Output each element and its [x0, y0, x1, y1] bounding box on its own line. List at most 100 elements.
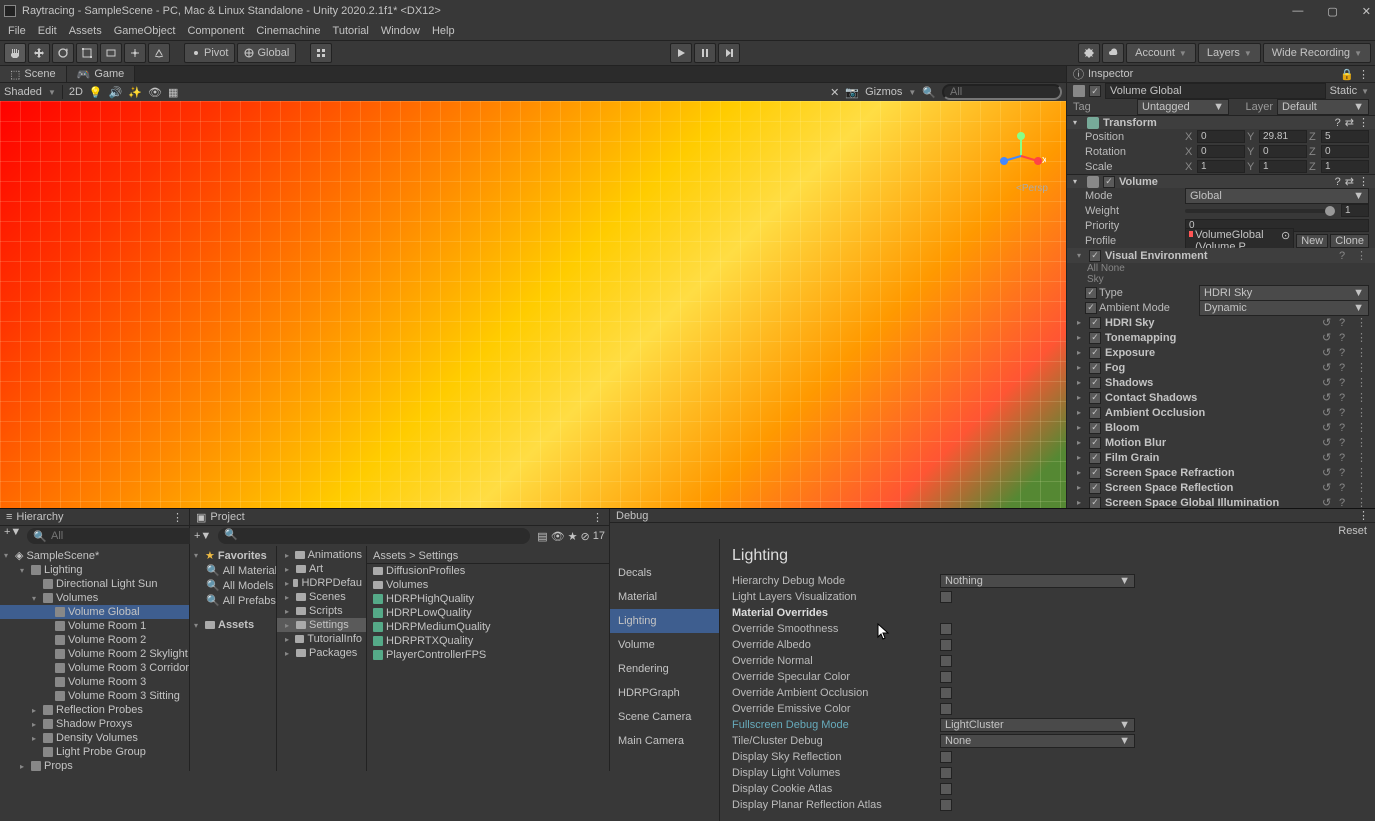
rotate-tool[interactable]	[52, 43, 74, 63]
close-button[interactable]: ✕	[1362, 5, 1371, 18]
menu-gameobject[interactable]: GameObject	[114, 25, 176, 37]
hierarchy-item[interactable]: Volume Room 3 Corridor	[0, 661, 189, 675]
project-folder[interactable]: ▸HDRPDefau	[277, 576, 366, 590]
debug-checkbox[interactable]	[940, 687, 952, 699]
debug-checkbox[interactable]	[940, 783, 952, 795]
project-folder[interactable]: ▸Scenes	[277, 590, 366, 604]
layers-dropdown[interactable]: Layers▼	[1198, 43, 1261, 63]
saved-search[interactable]: 🔍All Models	[190, 578, 276, 593]
debug-nav-material[interactable]: Material	[610, 585, 719, 609]
hierarchy-item[interactable]: ▾Volumes	[0, 591, 189, 605]
type-override-checkbox[interactable]: ✓	[1085, 287, 1097, 299]
project-folder[interactable]: ▸Scripts	[277, 604, 366, 618]
debug-nav-lighting[interactable]: Lighting	[610, 609, 719, 633]
hierarchy-item[interactable]: ▸Reflection Probes	[0, 703, 189, 717]
ambient-mode-dropdown[interactable]: Dynamic▼	[1199, 300, 1369, 316]
hierarchy-item[interactable]: ▸Shadow Proxys	[0, 717, 189, 731]
pos-y[interactable]: 29.81	[1259, 130, 1307, 143]
gizmos-dropdown[interactable]: Gizmos	[865, 86, 902, 98]
project-folder[interactable]: ▸Animations	[277, 548, 366, 562]
project-asset[interactable]: DiffusionProfiles	[367, 564, 609, 578]
mode-dropdown[interactable]: Global▼	[1185, 188, 1369, 204]
audio-toggle-icon[interactable]: 🔊	[109, 86, 123, 99]
scale-x[interactable]: 1	[1197, 160, 1245, 173]
help-icon[interactable]: ?	[1335, 117, 1341, 129]
debug-nav-scene-camera[interactable]: Scene Camera	[610, 705, 719, 729]
tab-game[interactable]: 🎮Game	[67, 66, 136, 82]
layout-dropdown[interactable]: Wide Recording▼	[1263, 43, 1371, 63]
tab-scene[interactable]: ⬚Scene	[0, 66, 67, 82]
debug-nav-volume[interactable]: Volume	[610, 633, 719, 657]
scale-z[interactable]: 1	[1321, 160, 1369, 173]
project-folder[interactable]: ▸TutorialInfo	[277, 632, 366, 646]
saved-search[interactable]: 🔍All Prefabs	[190, 593, 276, 608]
debug-checkbox[interactable]	[940, 591, 952, 603]
debug-nav-main-camera[interactable]: Main Camera	[610, 729, 719, 753]
hierarchy-item[interactable]: Volume Room 3	[0, 675, 189, 689]
active-checkbox[interactable]: ✓	[1089, 85, 1101, 97]
rot-y[interactable]: 0	[1259, 145, 1307, 158]
all-none-links[interactable]: All None	[1067, 263, 1375, 274]
menu-file[interactable]: File	[8, 25, 26, 37]
debug-checkbox[interactable]	[940, 623, 952, 635]
perspective-label[interactable]: <Persp	[1016, 183, 1048, 194]
tools-icon[interactable]: ✕	[830, 86, 839, 99]
menu-tutorial[interactable]: Tutorial	[333, 25, 369, 37]
scene-search[interactable]	[942, 84, 1062, 100]
menu-edit[interactable]: Edit	[38, 25, 57, 37]
volume-enable-checkbox[interactable]: ✓	[1103, 176, 1115, 188]
hierarchy-item[interactable]: ▸Props	[0, 759, 189, 771]
custom-tool[interactable]	[148, 43, 170, 63]
project-asset[interactable]: PlayerControllerFPS	[367, 648, 609, 662]
hierarchy-item[interactable]: Volume Global	[0, 605, 189, 619]
grid-toggle-icon[interactable]: ▦	[168, 86, 178, 99]
menu-window[interactable]: Window	[381, 25, 420, 37]
hierarchy-item[interactable]: Volume Room 2	[0, 633, 189, 647]
scene-root[interactable]: ▾◈SampleScene*	[0, 548, 189, 563]
maximize-button[interactable]: ▢	[1327, 5, 1337, 18]
project-asset[interactable]: HDRPHighQuality	[367, 592, 609, 606]
ambient-override-checkbox[interactable]: ✓	[1085, 302, 1097, 314]
menu-dots-icon[interactable]: ⋮	[1356, 249, 1369, 262]
move-tool[interactable]	[28, 43, 50, 63]
minimize-button[interactable]: —	[1292, 5, 1303, 18]
debug-checkbox[interactable]	[940, 799, 952, 811]
hierarchy-search[interactable]	[51, 530, 193, 542]
project-folder[interactable]: ▸Packages	[277, 646, 366, 660]
hierarchy-item[interactable]: Directional Light Sun	[0, 577, 189, 591]
tag-dropdown[interactable]: Untagged▼	[1137, 99, 1229, 115]
debug-nav-hdrpgraph[interactable]: HDRPGraph	[610, 681, 719, 705]
hierarchy-item[interactable]: Volume Room 2 Skylight	[0, 647, 189, 661]
visenv-checkbox[interactable]: ✓	[1089, 250, 1101, 262]
volume-fold[interactable]: ▾	[1073, 177, 1083, 186]
collab-icon[interactable]	[1078, 43, 1100, 63]
snap-toggle[interactable]	[310, 43, 332, 63]
help-icon[interactable]: ?	[1335, 176, 1341, 188]
debug-dropdown[interactable]: Nothing▼	[940, 574, 1135, 588]
hierarchy-item[interactable]: Volume Room 3 Sitting	[0, 689, 189, 703]
debug-checkbox[interactable]	[940, 751, 952, 763]
pos-x[interactable]: 0	[1197, 130, 1245, 143]
fx-toggle-icon[interactable]: ✨	[128, 86, 142, 99]
transform-tool[interactable]	[124, 43, 146, 63]
help-icon[interactable]: ?	[1339, 250, 1352, 262]
saved-search[interactable]: 🔍All Materials	[190, 563, 276, 578]
pivot-toggle[interactable]: Pivot	[184, 43, 235, 63]
assets-folder[interactable]: ▾Assets	[190, 618, 276, 632]
global-toggle[interactable]: Global	[237, 43, 296, 63]
rot-x[interactable]: 0	[1197, 145, 1245, 158]
favorites-folder[interactable]: ▾★Favorites	[190, 548, 276, 563]
hierarchy-item[interactable]: ▾Lighting	[0, 563, 189, 577]
step-button[interactable]	[718, 43, 740, 63]
project-folder[interactable]: ▸Settings	[277, 618, 366, 632]
menu-assets[interactable]: Assets	[69, 25, 102, 37]
project-asset[interactable]: HDRPMediumQuality	[367, 620, 609, 634]
menu-icon[interactable]: ⋮	[1358, 68, 1369, 81]
debug-checkbox[interactable]	[940, 639, 952, 651]
pan-tool[interactable]	[4, 43, 26, 63]
debug-nav-decals[interactable]: Decals	[610, 561, 719, 585]
project-asset[interactable]: HDRPRTXQuality	[367, 634, 609, 648]
panel-menu-icon[interactable]: ⋮	[172, 511, 183, 524]
new-profile-button[interactable]: New	[1296, 234, 1328, 248]
project-asset[interactable]: Volumes	[367, 578, 609, 592]
